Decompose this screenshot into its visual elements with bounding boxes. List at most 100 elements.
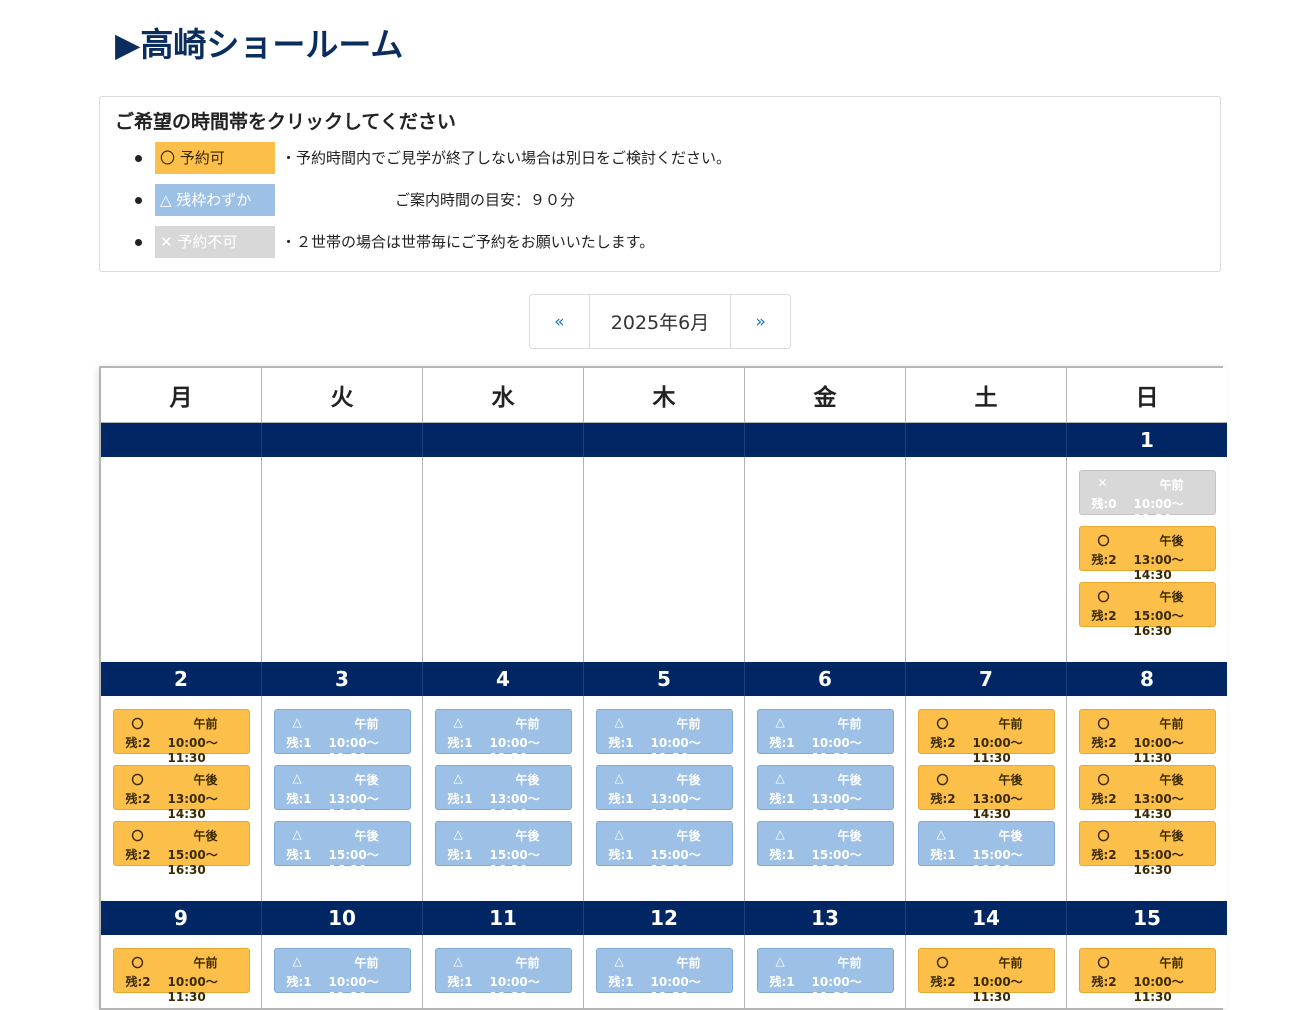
day-cell: 〇午前 残:2 10:00〜11:30 〇午後 残:2 13:00〜14:30 〇午後 残:2… (1066, 696, 1227, 901)
slot-remaining: 残:2 (1091, 975, 1117, 989)
time-slot-button[interactable]: △ 午前 残:1 10:00〜11:30 (434, 948, 572, 1004)
time-slot-button[interactable]: △ 午後 残:1 13:00〜14:30 (434, 765, 572, 821)
slot-time: 10:00〜11:30 (328, 736, 379, 765)
slot-period: 午後 (676, 773, 701, 787)
slot-period: 午後 (354, 773, 379, 787)
day-number: 11 (422, 901, 584, 935)
time-slot-button[interactable]: 〇 午後 残:2 15:00〜16:30 (1078, 821, 1216, 877)
slot-period: 午前 (1159, 478, 1184, 492)
slot-period: 午後 (837, 829, 862, 843)
page-title: ▶高崎ショールーム (115, 25, 404, 64)
time-slot-button[interactable]: △ 午前 残:1 10:00〜11:30 (756, 709, 894, 765)
availability-mark: 〇 (936, 773, 949, 787)
availability-mark: △ (453, 827, 463, 841)
reservation-calendar: 月火水木金土日 1 ✕ 午前 残:0 10:00〜11:30 〇午後 残:2 13:00〜14… (99, 366, 1227, 1010)
slot-remaining: 残:1 (447, 848, 473, 862)
slot-time: 15:00〜16:30 (167, 848, 218, 877)
slot-time: 10:00〜11:30 (167, 736, 218, 765)
time-slot-button[interactable]: △ 午前 残:1 10:00〜11:30 (595, 709, 733, 765)
time-slot-button[interactable]: △ 午後 残:1 15:00〜16:30 (273, 821, 411, 877)
time-slot-button[interactable]: 〇 午後 残:2 13:00〜14:30 (917, 765, 1055, 821)
day-cell: △ 午前 残:1 10:00〜11:30 (583, 935, 745, 1008)
slot-period: 午後 (1159, 534, 1184, 548)
time-slot-button[interactable]: 〇 午後 残:2 13:00〜14:30 (112, 765, 250, 821)
slot-time: 15:00〜16:30 (811, 848, 862, 877)
day-number (261, 422, 423, 457)
availability-mark: ✕ (1097, 476, 1108, 490)
time-slot-button[interactable]: 〇 午後 残:2 13:00〜14:30 (1078, 526, 1216, 582)
instructions-heading: ご希望の時間帯をクリックしてください (115, 111, 456, 133)
availability-mark: △ (775, 715, 785, 729)
day-cell (744, 457, 906, 662)
time-slot-button[interactable]: ✕ 午前 残:0 10:00〜11:30 (1078, 470, 1216, 526)
slot-remaining: 残:1 (608, 792, 634, 806)
week-date-row: 2345678 (101, 662, 1227, 696)
slot-period: 午前 (354, 956, 379, 970)
slot-period: 午後 (193, 829, 218, 843)
day-cell (422, 457, 584, 662)
time-slot-button[interactable]: △ 午後 残:1 15:00〜16:30 (917, 821, 1055, 877)
slot-time: 10:00〜11:30 (328, 975, 379, 1004)
time-slot-button[interactable]: 〇 午後 残:2 13:00〜14:30 (1078, 765, 1216, 821)
slot-remaining: 残:1 (286, 736, 312, 750)
slot-remaining: 残:1 (608, 975, 634, 989)
time-slot-button[interactable]: △ 午後 残:1 15:00〜16:30 (756, 821, 894, 877)
time-slot-button[interactable]: △ 午後 残:1 13:00〜14:30 (756, 765, 894, 821)
day-cell: 〇午前 残:2 10:00〜11:30 〇午後 残:2 13:00〜14:30 △ 午後 残:1… (905, 696, 1067, 901)
slot-time: 13:00〜14:30 (1133, 553, 1184, 582)
time-slot-button[interactable]: △ 午後 残:1 15:00〜16:30 (434, 821, 572, 877)
slot-remaining: 残:1 (608, 848, 634, 862)
slot-time: 13:00〜14:30 (650, 792, 701, 821)
availability-mark: △ (453, 771, 463, 785)
next-month-button[interactable]: » (731, 295, 790, 348)
day-number: 7 (905, 662, 1067, 696)
time-slot-button[interactable]: 〇 午前 残:2 10:00〜11:30 (1078, 948, 1216, 1004)
time-slot-button[interactable]: 〇 午前 残:2 10:00〜11:30 (112, 948, 250, 1004)
slot-remaining: 残:2 (125, 848, 151, 862)
time-slot-button[interactable]: 〇 午後 残:2 15:00〜16:30 (1078, 582, 1216, 638)
legend-chip-available: 〇 予約可 (155, 142, 275, 174)
time-slot-button[interactable]: △ 午前 残:1 10:00〜11:30 (756, 948, 894, 1004)
prev-month-button[interactable]: « (530, 295, 589, 348)
time-slot-button[interactable]: △ 午前 残:1 10:00〜11:30 (595, 948, 733, 1004)
time-slot-button[interactable]: 〇 午後 残:2 15:00〜16:30 (112, 821, 250, 877)
slot-period: 午前 (998, 717, 1023, 731)
day-number: 15 (1066, 901, 1227, 935)
availability-mark: 〇 (1097, 717, 1110, 731)
slot-remaining: 残:2 (125, 975, 151, 989)
legend-note: ・予約時間内でご見学が終了しない場合は別日をご検討ください。 (281, 149, 732, 167)
time-slot-button[interactable]: △ 午前 残:1 10:00〜11:30 (273, 709, 411, 765)
time-slot-button[interactable]: 〇 午前 残:2 10:00〜11:30 (917, 948, 1055, 1004)
time-slot-button[interactable]: △ 午後 残:1 15:00〜16:30 (595, 821, 733, 877)
time-slot-button[interactable]: 〇 午前 残:2 10:00〜11:30 (1078, 709, 1216, 765)
time-slot-button[interactable]: 〇 午前 残:2 10:00〜11:30 (112, 709, 250, 765)
day-cell: 〇 午前 残:2 10:00〜11:30 (1066, 935, 1227, 1008)
time-slot-button[interactable]: △ 午後 残:1 13:00〜14:30 (273, 765, 411, 821)
slot-time: 10:00〜11:30 (1133, 975, 1184, 1004)
slot-time: 10:00〜11:30 (650, 975, 701, 1004)
time-slot-button[interactable]: △ 午前 残:1 10:00〜11:30 (434, 709, 572, 765)
day-cell (583, 457, 745, 662)
time-slot-button[interactable]: △ 午前 残:1 10:00〜11:30 (273, 948, 411, 1004)
slot-time: 10:00〜11:30 (811, 736, 862, 765)
weekday-header: 金 (744, 368, 906, 423)
day-number: 6 (744, 662, 906, 696)
slot-remaining: 残:2 (930, 792, 956, 806)
week-date-row: 9 10 11 12 13 14 15 (101, 901, 1227, 935)
availability-mark: 〇 (1097, 590, 1110, 604)
day-cell: △ 午前 残:1 10:00〜11:30 (261, 935, 423, 1008)
availability-mark: △ (453, 954, 463, 968)
time-slot-button[interactable]: △ 午後 残:1 13:00〜14:30 (595, 765, 733, 821)
bullet-dot (135, 155, 142, 162)
legend-item-full: ✕ 予約不可 ・２世帯の場合は世帯毎にご予約をお願いいたします。 (135, 226, 1135, 258)
day-number: 5 (583, 662, 745, 696)
slot-remaining: 残:1 (769, 792, 795, 806)
day-cell: 〇午前 残:2 10:00〜11:30 〇午後 残:2 13:00〜14:30 〇午後 残:2… (101, 696, 262, 901)
slot-period: 午後 (998, 829, 1023, 843)
slot-remaining: 残:1 (769, 736, 795, 750)
day-number: 9 (101, 901, 262, 935)
time-slot-button[interactable]: 〇 午前 残:2 10:00〜11:30 (917, 709, 1055, 765)
availability-mark: △ (775, 771, 785, 785)
day-number: 1 (1066, 422, 1227, 457)
weekday-header: 月 (101, 368, 262, 423)
